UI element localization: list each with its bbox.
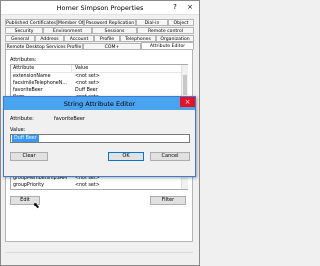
table-row-value[interactable]: <not set> [75,182,100,189]
column-value[interactable]: Value [75,65,88,72]
tab-sessions[interactable]: Sessions [92,27,137,34]
column-attribute[interactable]: Attribute [13,65,34,72]
ok-button[interactable]: OK [108,152,144,161]
attribute-name-value: favoriteBeer [54,116,85,122]
tab-published-certificates[interactable]: Published Certificates [5,19,57,26]
value-input[interactable]: Duff Beer [10,134,190,143]
attribute-label: Attribute: [10,116,34,122]
tab-password-replication[interactable]: Password Replication [84,19,136,26]
clear-button[interactable]: Clear [10,152,48,161]
table-row-attribute[interactable]: extensionName [13,73,51,80]
mouse-cursor-icon: ⬉ [33,201,40,210]
table-row-value[interactable]: Duff Beer [75,87,98,94]
help-button[interactable]: ? [170,3,180,12]
tab-general[interactable]: General [5,35,35,42]
table-row-attribute[interactable]: facsimileTelephoneN... [13,80,67,87]
list-header: Attribute Value [11,65,187,73]
tab-remote-control[interactable]: Remote control [137,27,194,34]
tab-dial-in[interactable]: Dial-in [136,19,168,26]
dialog-title-bar[interactable]: String Attribute Editor × [4,97,195,110]
tab-telephones[interactable]: Telephones [120,35,156,42]
tab-object[interactable]: Object [168,19,194,26]
table-row-value[interactable]: <not set> [75,80,100,87]
title-bar[interactable]: Homer Simpson Properties ? × [1,1,199,15]
cancel-button[interactable]: Cancel [150,152,190,161]
tab-profile[interactable]: Profile [94,35,120,42]
tab-organization[interactable]: Organization [156,35,194,42]
filter-button[interactable]: Filter [150,196,186,205]
string-attribute-editor-dialog: String Attribute Editor × Attribute: fav… [3,96,196,177]
table-row-attribute[interactable]: favoriteBeer [13,87,43,94]
table-row-value[interactable]: <not set> [75,73,100,80]
dialog-close-button[interactable]: × [180,97,195,107]
tab-account[interactable]: Account [64,35,94,42]
value-label: Value: [10,127,26,133]
selected-value-text[interactable]: Duff Beer [12,135,39,142]
tab-security[interactable]: Security [5,27,43,34]
table-row-attribute[interactable]: groupPriority [13,182,44,189]
tab-member-of[interactable]: Member Of [57,19,84,26]
scrollbar-thumb[interactable] [183,75,187,95]
close-button[interactable]: × [185,3,195,12]
tab-address[interactable]: Address [35,35,64,42]
tab-environment[interactable]: Environment [43,27,92,34]
attributes-label: Attributes: [10,57,37,63]
footer-divider [5,252,193,253]
column-divider[interactable] [71,65,72,72]
dialog-title: String Attribute Editor [63,100,136,108]
